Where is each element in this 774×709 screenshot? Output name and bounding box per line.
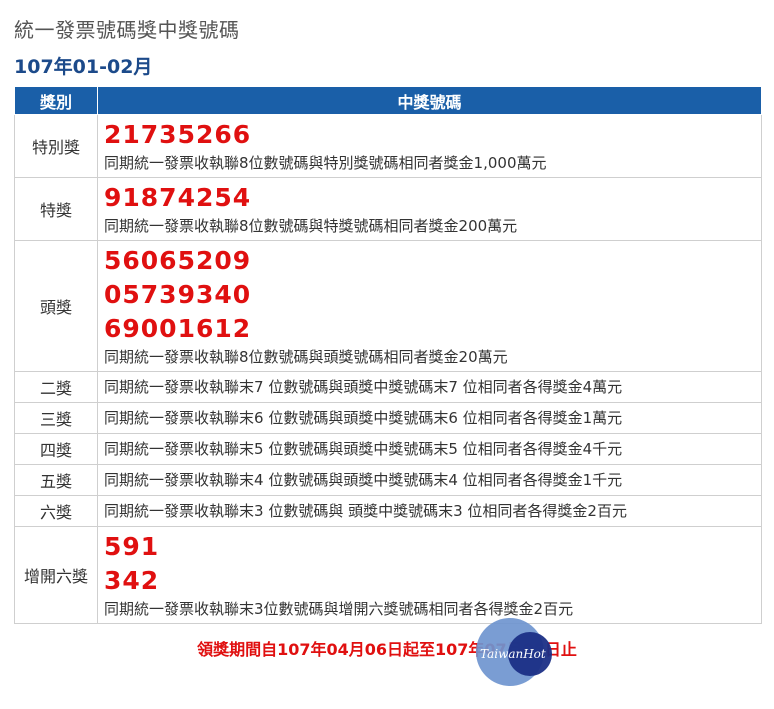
winning-number: 05739340: [104, 280, 252, 309]
table-row-extra-sixth-prize: 增開六獎 591 342 同期統一發票收執聯末3位數號碼與增開六獎號碼相同者各得…: [14, 526, 762, 624]
prize-description: 同期統一發票收執聯末3位數號碼與增開六獎號碼相同者各得獎金2百元: [104, 600, 574, 618]
prize-category: 三獎: [14, 402, 98, 434]
prize-description: 同期統一發票收執聯末3 位數號碼與 頭獎中獎號碼末3 位相同者各得獎金2百元: [104, 502, 627, 520]
prize-category: 六獎: [14, 495, 98, 527]
prize-body: 91874254 同期統一發票收執聯8位數號碼與特獎號碼相同者獎金200萬元: [97, 177, 762, 241]
prize-category: 增開六獎: [14, 526, 98, 624]
winning-number: 69001612: [104, 314, 252, 343]
prize-category: 特別獎: [14, 114, 98, 178]
claim-period-notice: 領獎期間自107年04月06日起至107年07月05日止: [197, 640, 577, 659]
prize-description: 同期統一發票收執聯8位數號碼與頭獎號碼相同者獎金20萬元: [104, 348, 508, 366]
prize-description: 同期統一發票收執聯末7 位數號碼與頭獎中獎號碼末7 位相同者各得獎金4萬元: [104, 378, 623, 396]
category-column-header: 獎別: [14, 86, 98, 115]
table-row-fourth-prize: 四獎 同期統一發票收執聯末5 位數號碼與頭獎中獎號碼末5 位相同者各得獎金4千元: [14, 433, 762, 465]
prize-body: 21735266 同期統一發票收執聯8位數號碼與特別獎號碼相同者獎金1,000萬…: [97, 114, 762, 178]
winning-number: 21735266: [104, 120, 252, 149]
prize-description: 同期統一發票收執聯末5 位數號碼與頭獎中獎號碼末5 位相同者各得獎金4千元: [104, 440, 623, 458]
numbers-column-header: 中獎號碼: [97, 86, 762, 115]
prize-category: 五獎: [14, 464, 98, 496]
table-row-third-prize: 三獎 同期統一發票收執聯末6 位數號碼與頭獎中獎號碼末6 位相同者各得獎金1萬元: [14, 402, 762, 434]
winning-number: 91874254: [104, 183, 252, 212]
table-row-grand-prize: 特獎 91874254 同期統一發票收執聯8位數號碼與特獎號碼相同者獎金200萬…: [14, 177, 762, 241]
table-row-fifth-prize: 五獎 同期統一發票收執聯末4 位數號碼與頭獎中獎號碼末4 位相同者各得獎金1千元: [14, 464, 762, 496]
prize-category: 頭獎: [14, 240, 98, 372]
table-header-row: 獎別 中獎號碼: [14, 86, 762, 115]
prize-description: 同期統一發票收執聯8位數號碼與特獎號碼相同者獎金200萬元: [104, 217, 518, 235]
prize-body: 591 342 同期統一發票收執聯末3位數號碼與增開六獎號碼相同者各得獎金2百元: [97, 526, 762, 624]
prize-body: 同期統一發票收執聯末6 位數號碼與頭獎中獎號碼末6 位相同者各得獎金1萬元: [97, 402, 762, 434]
taiwanhot-logo-icon: TaiwanHot: [476, 618, 552, 686]
prize-body: 同期統一發票收執聯末7 位數號碼與頭獎中獎號碼末7 位相同者各得獎金4萬元: [97, 371, 762, 403]
prize-description: 同期統一發票收執聯末4 位數號碼與頭獎中獎號碼末4 位相同者各得獎金1千元: [104, 471, 623, 489]
period-label: 107年01-02月: [14, 56, 153, 78]
table-row-first-prize: 頭獎 56065209 05739340 69001612 同期統一發票收執聯8…: [14, 240, 762, 372]
winning-number: 591: [104, 532, 160, 561]
logo-text: TaiwanHot: [480, 647, 546, 661]
prize-category: 四獎: [14, 433, 98, 465]
prize-category: 二獎: [14, 371, 98, 403]
prize-body: 同期統一發票收執聯末4 位數號碼與頭獎中獎號碼末4 位相同者各得獎金1千元: [97, 464, 762, 496]
prize-category: 特獎: [14, 177, 98, 241]
table-row-second-prize: 二獎 同期統一發票收執聯末7 位數號碼與頭獎中獎號碼末7 位相同者各得獎金4萬元: [14, 371, 762, 403]
prize-body: 同期統一發票收執聯末3 位數號碼與 頭獎中獎號碼末3 位相同者各得獎金2百元: [97, 495, 762, 527]
prize-body: 同期統一發票收執聯末5 位數號碼與頭獎中獎號碼末5 位相同者各得獎金4千元: [97, 433, 762, 465]
prize-table: 獎別 中獎號碼 特別獎 21735266 同期統一發票收執聯8位數號碼與特別獎號…: [14, 86, 762, 624]
table-row-sixth-prize: 六獎 同期統一發票收執聯末3 位數號碼與 頭獎中獎號碼末3 位相同者各得獎金2百…: [14, 495, 762, 527]
table-row-special-prize: 特別獎 21735266 同期統一發票收執聯8位數號碼與特別獎號碼相同者獎金1,…: [14, 114, 762, 178]
prize-description: 同期統一發票收執聯8位數號碼與特別獎號碼相同者獎金1,000萬元: [104, 154, 547, 172]
winning-number: 342: [104, 566, 160, 595]
page-title: 統一發票號碼獎中獎號碼: [14, 18, 240, 42]
winning-number: 56065209: [104, 246, 252, 275]
prize-body: 56065209 05739340 69001612 同期統一發票收執聯8位數號…: [97, 240, 762, 372]
prize-description: 同期統一發票收執聯末6 位數號碼與頭獎中獎號碼末6 位相同者各得獎金1萬元: [104, 409, 623, 427]
